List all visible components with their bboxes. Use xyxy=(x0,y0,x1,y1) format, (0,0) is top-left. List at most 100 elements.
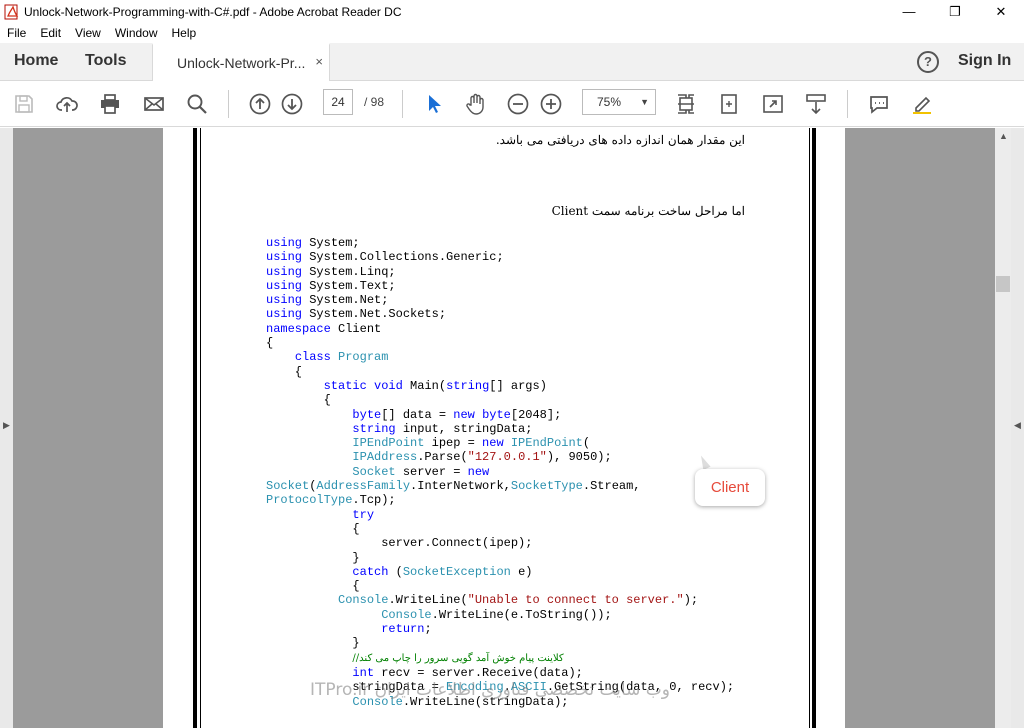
scroll-up-icon[interactable]: ▲ xyxy=(999,131,1008,141)
code-token: System.Collections.Generic; xyxy=(302,250,504,265)
vertical-scrollbar[interactable]: ▲ xyxy=(995,128,1011,728)
menu-window[interactable]: Window xyxy=(108,26,165,40)
code-line: using System.Net.Sockets; xyxy=(266,307,734,321)
code-token: new xyxy=(467,464,490,479)
code-token: } xyxy=(266,636,360,651)
code-token: Socket xyxy=(352,464,396,479)
full-screen-icon[interactable] xyxy=(761,92,785,116)
sign-in-button[interactable]: Sign In xyxy=(958,52,1011,70)
code-token: return xyxy=(381,622,425,637)
document-viewport: ▶ این مقدار همان اندازه داده های دریافتی… xyxy=(0,128,1024,728)
watermark: وب سایت تخصصی فناوری اطلاعات ایران ITPro… xyxy=(310,680,670,700)
pdf-page: این مقدار همان اندازه داده های دریافتی م… xyxy=(163,128,845,728)
toolbar-separator xyxy=(402,90,403,118)
page-number-input[interactable]: 24 xyxy=(323,89,353,115)
help-icon[interactable]: ? xyxy=(917,51,939,73)
code-token: Console xyxy=(338,593,389,608)
code-token: .Stream, xyxy=(582,479,641,494)
code-line: string input, stringData; xyxy=(266,422,734,436)
tab-home[interactable]: Home xyxy=(14,52,58,70)
code-line: ProtocolType.Tcp); xyxy=(266,493,734,507)
menu-view[interactable]: View xyxy=(68,26,108,40)
close-tab-icon[interactable]: × xyxy=(315,54,323,69)
code-token: try xyxy=(352,507,375,522)
right-panel-toggle[interactable]: ◀ xyxy=(1011,128,1024,728)
restore-button[interactable]: ❐ xyxy=(932,0,978,23)
code-token: System.Text; xyxy=(302,278,396,293)
close-window-button[interactable]: ✕ xyxy=(978,0,1024,23)
code-token: static xyxy=(323,378,367,393)
code-line: namespace Client xyxy=(266,322,734,336)
scroll-mode-icon[interactable] xyxy=(804,92,828,116)
code-line: class Program xyxy=(266,350,734,364)
previous-page-icon[interactable] xyxy=(248,92,272,116)
print-icon[interactable] xyxy=(98,92,122,116)
left-panel-toggle[interactable]: ▶ xyxy=(0,128,13,728)
menu-file[interactable]: File xyxy=(0,26,33,40)
code-line: } xyxy=(266,551,734,565)
code-line: static void Main(string[] args) xyxy=(266,379,734,393)
toolbar-separator xyxy=(847,90,848,118)
scrollbar-thumb[interactable] xyxy=(996,276,1010,292)
search-icon[interactable] xyxy=(185,92,209,116)
zoom-in-icon[interactable] xyxy=(539,92,563,116)
comment-icon[interactable] xyxy=(867,92,891,116)
code-line: catch (SocketException e) xyxy=(266,565,734,579)
code-token: SocketException xyxy=(402,564,511,579)
code-token: catch xyxy=(352,564,389,579)
chevron-left-icon: ◀ xyxy=(1014,420,1021,430)
code-token: byte xyxy=(352,407,382,422)
code-token: "127.0.0.1" xyxy=(467,450,547,465)
code-line: //کلاینت پیام خوش آمد گویی سرور را چاپ م… xyxy=(266,651,734,666)
highlight-pen-icon[interactable] xyxy=(910,92,934,116)
client-callout: Client xyxy=(695,469,765,506)
menu-help[interactable]: Help xyxy=(165,26,204,40)
tab-tools[interactable]: Tools xyxy=(85,52,126,70)
save-icon[interactable] xyxy=(12,92,36,116)
code-line: { xyxy=(266,393,734,407)
hand-tool-icon[interactable] xyxy=(464,92,488,116)
code-token: { xyxy=(266,579,360,594)
code-token: string xyxy=(446,378,490,393)
code-token: new xyxy=(482,436,504,451)
select-cursor-icon[interactable] xyxy=(421,92,445,116)
code-token: ; xyxy=(424,622,432,637)
section-heading: اما مراحل ساخت برنامه سمت Client xyxy=(551,204,745,218)
code-token: System; xyxy=(302,236,360,250)
cloud-upload-icon[interactable] xyxy=(55,92,79,116)
code-line: Socket server = new xyxy=(266,465,734,479)
next-page-icon[interactable] xyxy=(280,92,304,116)
email-icon[interactable] xyxy=(142,92,166,116)
code-token: namespace xyxy=(266,321,331,336)
zoom-select[interactable]: 75% ▼ xyxy=(582,89,656,115)
fit-page-icon[interactable] xyxy=(674,92,698,116)
tab-document-label: Unlock-Network-Pr... xyxy=(177,55,306,71)
code-token: System.Net.Sockets; xyxy=(302,307,447,322)
page-total: / 98 xyxy=(364,95,385,109)
code-token: using xyxy=(266,250,303,265)
code-line: } xyxy=(266,636,734,650)
minimize-button[interactable]: — xyxy=(886,0,932,23)
code-token: } xyxy=(266,550,360,565)
code-token: .Tcp); xyxy=(352,493,396,508)
tab-document[interactable]: Unlock-Network-Pr... × xyxy=(152,43,330,82)
rotate-page-icon[interactable] xyxy=(717,92,741,116)
code-token: string xyxy=(352,421,396,436)
menu-edit[interactable]: Edit xyxy=(33,26,68,40)
page-border-left-thin xyxy=(200,128,201,728)
code-token: [] data = xyxy=(381,407,454,422)
code-token: ), 9050); xyxy=(546,450,612,465)
code-token: recv = server.Receive(data); xyxy=(374,665,583,680)
code-token: .Parse( xyxy=(417,450,468,465)
title-bar: Unlock-Network-Programming-with-C#.pdf -… xyxy=(0,0,1024,23)
zoom-out-icon[interactable] xyxy=(506,92,530,116)
code-token: .WriteLine(e.ToString()); xyxy=(431,607,612,622)
